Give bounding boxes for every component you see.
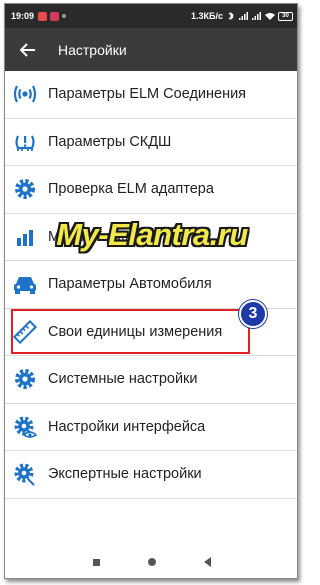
- menu-item-label: Проверка ELM адаптера: [48, 181, 214, 198]
- status-time: 19:09: [11, 11, 35, 21]
- menu-item-elm-check[interactable]: Проверка ELM адаптера: [5, 166, 297, 214]
- menu-item-expert[interactable]: Экспертные настройки: [5, 451, 297, 499]
- app-toolbar: Настройки: [5, 28, 297, 71]
- menu-item-profiles[interactable]: Мои профили: [5, 214, 297, 261]
- highlight-frame: [11, 309, 250, 354]
- phone-screen: 19:09 1.3КБ/с 30 Настройки Параметры ELM…: [4, 3, 298, 579]
- settings-list: Параметры ELM Соединения Параметры СКДШ: [5, 71, 297, 499]
- step-badge: 3: [239, 300, 267, 328]
- gear-icon: [12, 366, 38, 392]
- recents-button[interactable]: [93, 558, 100, 566]
- net-speed: 1.3КБ/с: [191, 11, 223, 21]
- dot-icon: [62, 14, 67, 18]
- navigation-bar: [5, 544, 297, 578]
- app-notification-icon: [50, 11, 60, 21]
- back-arrow-icon[interactable]: [20, 42, 36, 57]
- menu-item-label: Экспертные настройки: [48, 466, 202, 483]
- back-button[interactable]: [204, 557, 211, 567]
- menu-item-label: Параметры ELM Соединения: [48, 86, 247, 103]
- menu-item-label: Параметры СКДШ: [48, 133, 172, 150]
- menu-item-label: Настройки интерфейса: [48, 418, 206, 435]
- page-title: Настройки: [58, 41, 127, 58]
- gear-eye-icon: [12, 414, 38, 440]
- screenshot-frame: 19:09 1.3КБ/с 30 Настройки Параметры ELM…: [0, 0, 305, 585]
- tire-pressure-icon: [12, 129, 38, 155]
- wifi-icon: [265, 13, 275, 20]
- menu-item-interface[interactable]: Настройки интерфейса: [5, 404, 297, 451]
- home-button[interactable]: [148, 558, 156, 566]
- status-right: 1.3КБ/с 30: [191, 11, 293, 21]
- status-bar: 19:09 1.3КБ/с 30: [5, 4, 297, 28]
- wireless-signal-icon: [12, 81, 38, 107]
- menu-item-system[interactable]: Системные настройки: [5, 356, 297, 404]
- bluetooth-icon: [228, 12, 234, 20]
- menu-item-tpms[interactable]: Параметры СКДШ: [5, 119, 297, 166]
- bar-chart-icon: [12, 224, 38, 250]
- signal2-icon: [252, 12, 261, 20]
- signal-icon: [239, 12, 248, 20]
- gear-wrench-icon: [12, 461, 38, 487]
- gear-icon: [12, 176, 38, 202]
- menu-item-label: Параметры Автомобиля: [48, 276, 212, 293]
- notification-icon: [38, 11, 48, 21]
- menu-item-label: Мои профили: [48, 228, 142, 245]
- menu-item-elm-connection[interactable]: Параметры ELM Соединения: [5, 71, 297, 119]
- battery-icon: 30: [278, 11, 293, 21]
- menu-item-label: Системные настройки: [48, 371, 198, 388]
- car-icon: [12, 271, 38, 297]
